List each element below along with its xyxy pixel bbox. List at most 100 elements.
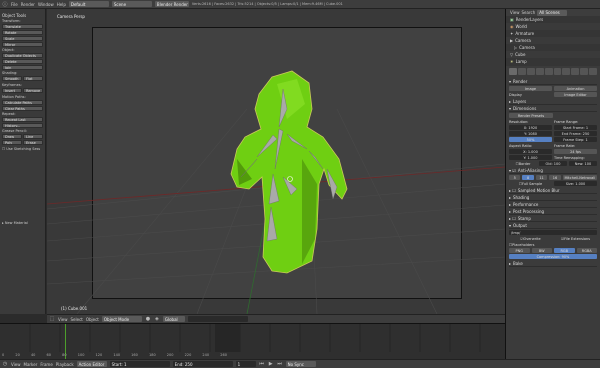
aspect-x-field[interactable]: X: 1.000 — [509, 149, 552, 154]
render-animation-button[interactable]: Animation — [554, 86, 597, 91]
jump-start-icon[interactable]: ⏮ — [259, 361, 265, 367]
outliner-row[interactable]: ☀ Lamp — [506, 58, 600, 65]
color-bw-button[interactable]: BW — [531, 248, 552, 253]
new-material-label[interactable]: ▸ New Material — [2, 221, 43, 225]
outliner-display-mode[interactable]: All Scenes — [537, 9, 568, 16]
time-old-field[interactable]: Old: 100 — [539, 161, 567, 166]
modifiers-tab-icon[interactable] — [553, 68, 562, 75]
duplicate-objects-button[interactable]: Duplicate Objects — [2, 53, 43, 58]
3d-view-icon[interactable]: ⬚ — [49, 316, 55, 322]
output-panel-header[interactable]: ▾ Output — [509, 222, 597, 229]
start-frame-prop-field[interactable]: Start Frame: 1 — [554, 125, 597, 130]
outliner-view-menu[interactable]: View — [510, 10, 520, 15]
rotate-button[interactable]: Rotate — [2, 30, 43, 35]
delete-button[interactable]: Delete — [2, 59, 43, 64]
bake-panel-header[interactable]: ▸ Bake — [509, 260, 597, 267]
erase-button[interactable]: Erase — [23, 140, 43, 145]
orientation-selector[interactable]: Global — [162, 316, 185, 322]
file-extensions-checkbox[interactable]: ☑ File Extensions — [554, 236, 597, 241]
line-button[interactable]: Line — [23, 134, 43, 139]
overwrite-checkbox[interactable]: ☑ Overwrite — [509, 236, 552, 241]
menu-window[interactable]: Window — [38, 2, 54, 7]
mirror-button[interactable]: Mirror — [2, 42, 43, 47]
smooth-button[interactable]: Smooth — [2, 76, 22, 81]
aa-5-button[interactable]: 5 — [509, 175, 521, 180]
compression-slider[interactable]: Compression: 90% — [509, 254, 597, 259]
timeline-area[interactable]: 0 20 40 60 80 100 120 140 160 180 200 22… — [0, 323, 505, 360]
draw-button[interactable]: Draw — [2, 134, 22, 139]
poly-button[interactable]: Poly — [2, 140, 22, 145]
jump-end-icon[interactable]: ⏭ — [277, 361, 283, 367]
world-tab-icon[interactable] — [526, 68, 535, 75]
flat-button[interactable]: Flat — [23, 76, 43, 81]
insert-keyframe-button[interactable]: Insert — [2, 88, 22, 93]
aa-size-field[interactable]: Size: 1.000 — [554, 181, 597, 186]
remove-keyframe-button[interactable]: Remove — [23, 88, 43, 93]
color-rgb-button[interactable]: RGB — [554, 248, 575, 253]
outliner-row[interactable]: ▣ RenderLayers — [506, 16, 600, 23]
calculate-paths-button[interactable]: Calculate Paths — [2, 100, 43, 105]
join-button[interactable]: Join — [2, 65, 43, 70]
outliner-row[interactable]: ✦ Armature — [506, 30, 600, 37]
sync-mode-selector[interactable]: No Sync — [285, 361, 316, 367]
menu-render[interactable]: Render — [21, 2, 35, 7]
repeat-last-button[interactable]: Repeat Last — [2, 117, 43, 122]
render-panel-header[interactable]: ▾ Render — [509, 78, 597, 85]
render-tab-icon[interactable] — [509, 68, 517, 75]
end-frame-field[interactable]: End: 250 — [172, 361, 233, 367]
outliner-row[interactable]: ▷ Camera — [506, 44, 600, 51]
render-engine-selector[interactable]: Blender Render — [154, 1, 189, 7]
scene-selector[interactable]: Scene — [111, 1, 152, 7]
dimensions-panel-header[interactable]: ▾ Dimensions — [509, 105, 597, 112]
start-frame-field[interactable]: Start: 1 — [109, 361, 170, 367]
output-path-field[interactable]: /tmp/ — [509, 230, 597, 235]
resolution-y-field[interactable]: Y: 1080 — [509, 131, 552, 136]
outliner-row[interactable]: ◉ World — [506, 23, 600, 30]
clear-paths-button[interactable]: Clear Paths — [2, 106, 43, 111]
full-sample-checkbox[interactable]: ☐ Full Sample — [509, 181, 552, 186]
border-checkbox[interactable]: ☐ Border — [509, 161, 537, 166]
outliner-search-menu[interactable]: Search — [522, 10, 536, 15]
shading-icon[interactable]: ● — [145, 316, 151, 322]
constraints-tab-icon[interactable] — [544, 68, 553, 75]
play-icon[interactable]: ▶ — [268, 361, 274, 367]
scale-button[interactable]: Scale — [2, 36, 43, 41]
outliner-row[interactable]: ▽ Cube — [506, 51, 600, 58]
object-tab-icon[interactable] — [535, 68, 544, 75]
texture-tab-icon[interactable] — [580, 68, 589, 75]
menu-select[interactable]: Select — [71, 317, 83, 322]
menu-file[interactable]: File — [11, 2, 18, 7]
antialiasing-panel-header[interactable]: ▾ ☑ Anti-Aliasing — [509, 167, 597, 174]
menu-marker[interactable]: Marker — [24, 362, 38, 367]
menu-view-timeline[interactable]: View — [11, 362, 21, 367]
frame-rate-selector[interactable]: 24 fps — [554, 149, 597, 154]
data-tab-icon[interactable] — [562, 68, 571, 75]
placeholders-checkbox[interactable]: ☐ Placeholders — [509, 242, 597, 247]
mode-selector[interactable]: Object Mode — [101, 316, 142, 322]
render-presets-selector[interactable]: Render Presets — [509, 113, 553, 118]
layers-panel-header[interactable]: ▸ Layers — [509, 98, 597, 105]
layout-selector[interactable]: Default — [68, 1, 109, 7]
history-button[interactable]: History... — [2, 123, 43, 128]
3d-viewport[interactable]: Camera Persp (1) Cube.001 — [47, 9, 505, 314]
pivot-icon[interactable]: ◈ — [154, 316, 160, 322]
shading-panel-header[interactable]: ▸ Shading — [509, 194, 597, 201]
physics-tab-icon[interactable] — [589, 68, 598, 75]
info-editor-icon[interactable]: ⓘ — [2, 1, 8, 8]
sketching-session-toggle[interactable]: ☐ Use Sketching Sess — [2, 147, 43, 151]
render-image-button[interactable]: Image — [509, 86, 552, 91]
menu-view[interactable]: View — [58, 317, 68, 322]
file-format-selector[interactable]: PNG — [509, 248, 530, 253]
performance-panel-header[interactable]: ▸ Performance — [509, 201, 597, 208]
material-tab-icon[interactable] — [571, 68, 580, 75]
motion-blur-panel-header[interactable]: ▸ ☐ Sampled Motion Blur — [509, 187, 597, 194]
menu-playback[interactable]: Playback — [56, 362, 74, 367]
frame-step-field[interactable]: Frame Step: 1 — [554, 137, 597, 142]
scene-tab-icon[interactable] — [517, 68, 526, 75]
menu-help[interactable]: Help — [57, 2, 66, 7]
resolution-percentage-slider[interactable]: 50% — [509, 137, 552, 142]
end-frame-prop-field[interactable]: End Frame: 250 — [554, 131, 597, 136]
menu-object[interactable]: Object — [86, 317, 99, 322]
aa-16-button[interactable]: 16 — [549, 175, 561, 180]
display-selector[interactable]: Image Editor — [554, 92, 597, 97]
